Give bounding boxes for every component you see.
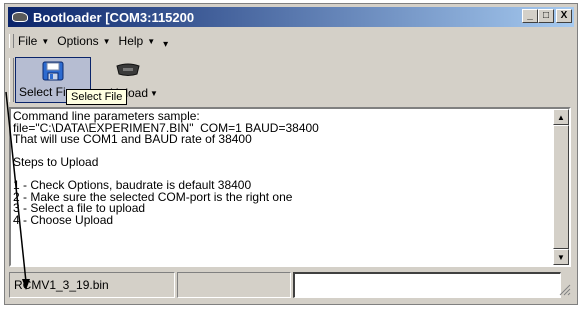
arrow-down-icon: ▼ xyxy=(557,252,565,262)
maximize-button[interactable]: □ xyxy=(538,9,554,23)
menu-help[interactable]: Help ▼ xyxy=(119,34,156,48)
output-line: That will use COM1 and BAUD rate of 3840… xyxy=(13,132,252,146)
scroll-down-button[interactable]: ▼ xyxy=(553,249,569,265)
output-line: 4 - Choose Upload xyxy=(13,212,114,227)
com-port-icon xyxy=(116,63,140,76)
output-line: Steps to Upload xyxy=(13,155,99,169)
window-controls: _ □ X xyxy=(522,9,572,23)
window-title: Bootloader [COM3:115200 xyxy=(33,9,195,25)
menu-file[interactable]: File ▼ xyxy=(18,34,49,48)
title-bar[interactable]: Bootloader [COM3:115200 _ □ X xyxy=(8,7,574,27)
minimize-button[interactable]: _ xyxy=(522,9,538,23)
caret-down-icon: ▼ xyxy=(147,36,156,46)
select-file-tooltip: Select File xyxy=(66,89,128,105)
vertical-scrollbar[interactable]: ▲ ▼ xyxy=(553,109,569,265)
menu-help-label: Help xyxy=(118,34,144,48)
status-bar: RCMV1_3_19.bin xyxy=(9,272,573,298)
output-text: Command line parameters sample: file="C:\… xyxy=(13,111,549,263)
caret-down-icon: ▼ xyxy=(41,36,50,46)
menu-overflow-icon[interactable]: ▾ xyxy=(163,33,168,50)
bootloader-window: Bootloader [COM3:115200 _ □ X File ▼ Opt… xyxy=(4,3,578,305)
output-textarea[interactable]: Command line parameters sample: file="C:\… xyxy=(9,107,571,267)
toolbar-dropdown-icon[interactable]: ▼ xyxy=(150,89,158,98)
close-button[interactable]: X xyxy=(556,9,572,23)
menu-file-label: File xyxy=(18,34,38,48)
close-icon: X xyxy=(560,10,568,21)
status-filename: RCMV1_3_19.bin xyxy=(14,278,109,292)
status-panel-3 xyxy=(293,272,561,298)
resize-grip-icon[interactable] xyxy=(559,284,571,296)
scroll-up-button[interactable]: ▲ xyxy=(553,109,569,125)
status-file-panel: RCMV1_3_19.bin xyxy=(9,272,175,298)
maximize-icon: □ xyxy=(542,10,550,21)
floppy-disk-icon xyxy=(42,61,64,81)
menu-bar: File ▼ Options ▼ Help ▼ ▾ xyxy=(9,31,573,51)
menu-options-label: Options xyxy=(57,34,99,48)
status-panel-2 xyxy=(177,272,291,298)
arrow-up-icon: ▲ xyxy=(557,112,565,122)
toolbar-grip[interactable] xyxy=(9,58,14,102)
scroll-thumb[interactable] xyxy=(553,125,569,249)
menu-options[interactable]: Options ▼ xyxy=(57,34,110,48)
app-icon xyxy=(12,12,28,22)
minimize-icon: _ xyxy=(527,10,533,21)
menu-grip[interactable] xyxy=(9,34,14,48)
caret-down-icon: ▼ xyxy=(102,36,111,46)
